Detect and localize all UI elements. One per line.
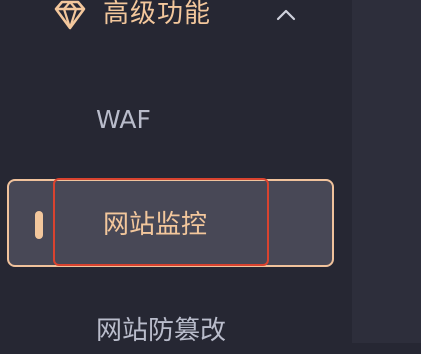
sidebar-item-site-tamper-protection[interactable]: 网站防篡改 bbox=[0, 308, 352, 354]
sidebar-item-site-monitoring[interactable]: 网站监控 bbox=[7, 178, 334, 267]
menu-group-advanced-features[interactable]: 高级功能 bbox=[0, 0, 352, 36]
active-indicator bbox=[35, 211, 43, 239]
diamond-icon bbox=[54, 0, 86, 30]
sidebar-item-label: 网站防篡改 bbox=[96, 316, 227, 346]
sidebar: 高级功能 WAF 网站监控 网站防篡改 bbox=[0, 0, 352, 346]
menu-group-title: 高级功能 bbox=[103, 0, 212, 29]
sidebar-item-label: 网站监控 bbox=[103, 210, 208, 240]
chevron-up-icon[interactable] bbox=[275, 9, 297, 21]
sidebar-item-label: WAF bbox=[96, 105, 151, 134]
main-content-area bbox=[352, 0, 421, 343]
sidebar-item-waf[interactable]: WAF bbox=[0, 98, 352, 142]
